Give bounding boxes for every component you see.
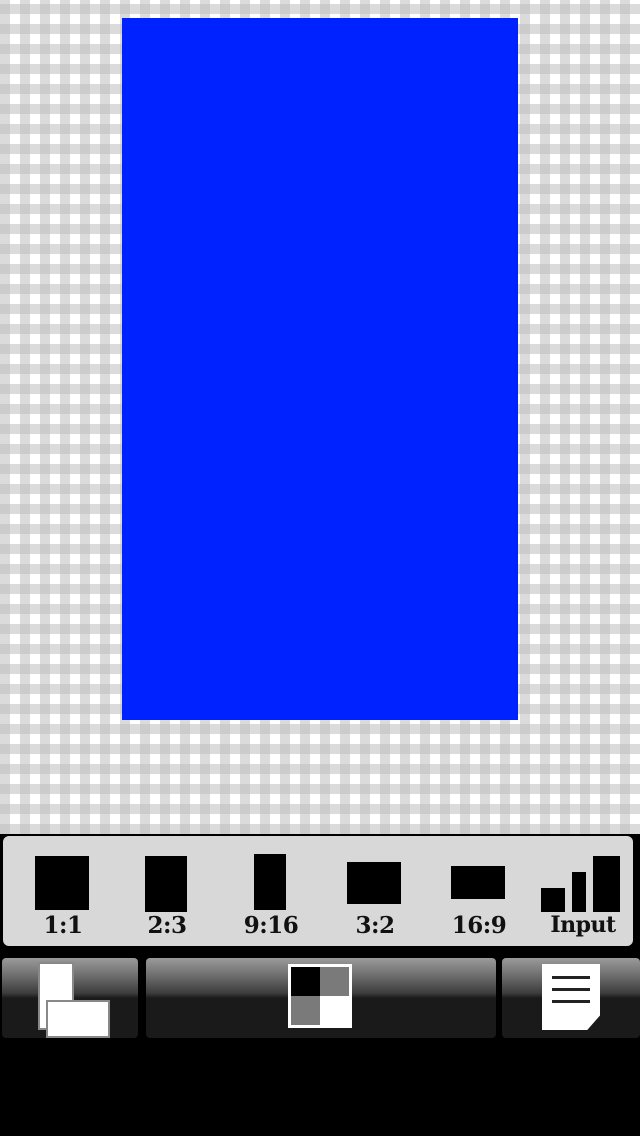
aspect-ratio-panel: 1:1 2:3 9:16 3:2 16:9 Input [1, 834, 635, 948]
portrait-ratio-icon [145, 856, 187, 912]
menu-button[interactable] [502, 958, 640, 1038]
document-icon [542, 964, 600, 1030]
ratio-label: 1:1 [43, 912, 84, 939]
bottom-toolbar [0, 952, 640, 1038]
ratio-option-9-16[interactable]: 9:16 [221, 836, 321, 950]
ratio-option-2-3[interactable]: 2:3 [117, 836, 217, 950]
ratio-option-3-2[interactable]: 3:2 [325, 836, 425, 950]
wide-landscape-ratio-icon [451, 866, 505, 899]
preview-image [122, 18, 518, 720]
ratio-option-16-9[interactable]: 16:9 [429, 836, 529, 950]
landscape-ratio-icon [347, 862, 401, 904]
ratio-label: Input [550, 912, 616, 938]
ratio-label: 16:9 [451, 912, 507, 939]
ratio-label: 3:2 [355, 912, 396, 939]
canvas-area [0, 0, 640, 834]
signal-bars-icon [541, 856, 623, 912]
background-button[interactable] [146, 958, 496, 1038]
tall-portrait-ratio-icon [254, 854, 286, 910]
ratio-label: 2:3 [147, 912, 188, 939]
ratio-label: 9:16 [243, 912, 299, 939]
app-screen: 1:1 2:3 9:16 3:2 16:9 Input [0, 0, 640, 1136]
checkerboard-icon [288, 964, 352, 1028]
ratio-option-input[interactable]: Input [533, 836, 633, 950]
square-ratio-icon [35, 856, 89, 910]
ratio-option-1-1[interactable]: 1:1 [13, 836, 113, 950]
pages-button[interactable] [2, 958, 138, 1038]
